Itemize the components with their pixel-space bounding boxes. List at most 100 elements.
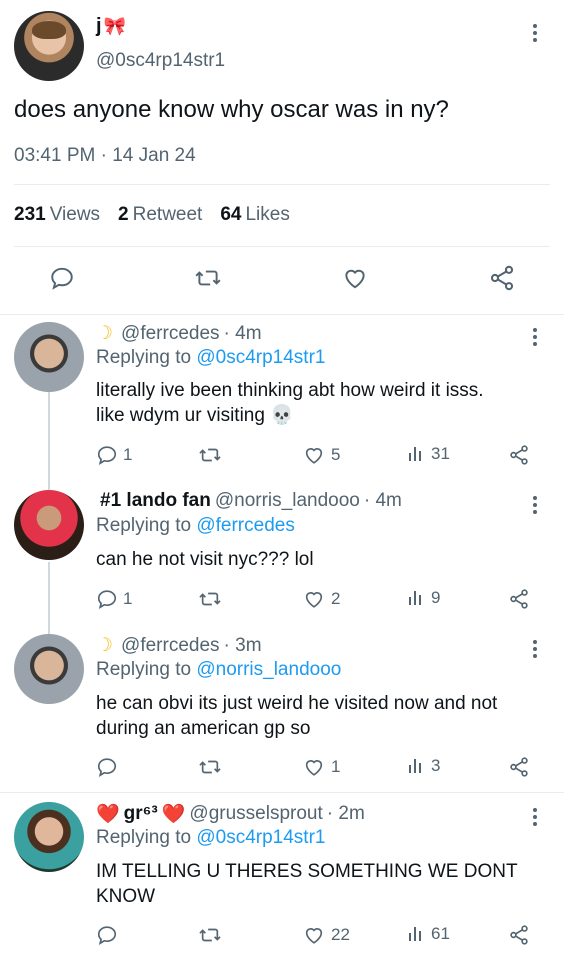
like-button[interactable]: 5 [302,444,340,466]
like-count: 2 [331,589,341,608]
reply-time: · 4m [223,322,262,344]
reply-text-line: he can obvi its just weird he visited no… [96,693,498,714]
likes-count: 64 [220,204,242,225]
retweets-label: Retweet [132,204,203,225]
reply-button[interactable] [96,924,123,946]
display-name[interactable]: gr⁶³ [124,803,158,825]
like-icon[interactable] [339,262,371,294]
reply-actions: 1 5 31 [96,444,546,470]
share-icon [510,445,528,465]
reply-header: #1 lando fan @norris_landooo · 4m [96,490,402,512]
views-button[interactable]: 31 [406,444,450,464]
retweet-icon [199,592,221,606]
stats-row: 231 Views 2 Retweet 64 Likes [14,204,290,226]
views-count: 31 [431,444,450,463]
avatar[interactable] [14,11,84,81]
reply-text-line: IM TELLING U THERES SOMETHING WE DONT [96,861,518,882]
reply-button[interactable]: 1 [96,588,132,610]
retweet-icon [199,928,221,942]
views-icon [409,759,421,773]
reply-header: ☽ @ferrcedes · 4m [96,322,262,345]
more-icon[interactable] [532,328,538,346]
avatar[interactable] [14,634,84,704]
reply-text: literally ive been thinking abt how weir… [96,378,546,428]
replying-to: Replying to @norris_landooo [96,659,341,681]
more-icon[interactable] [532,808,538,826]
retweet-button[interactable] [198,444,227,466]
views-button[interactable]: 9 [406,588,440,608]
reply-header: ❤️ gr⁶³ ❤️ @grusselsprout · 2m [96,802,365,826]
reply-text: he can obvi its just weird he visited no… [96,691,546,741]
moon-emoji: ☽ [96,323,114,344]
like-button[interactable]: 2 [302,588,340,610]
heart-emoji: ❤️ [96,804,120,825]
replying-to-link[interactable]: @ferrcedes [196,515,295,536]
handle[interactable]: @grusselsprout [189,803,322,825]
retweet-button[interactable] [198,924,227,946]
handle[interactable]: @ferrcedes [121,323,220,345]
likes-stat[interactable]: 64 Likes [220,204,290,226]
like-count: 5 [331,445,341,464]
reply-button[interactable] [96,756,123,778]
like-count: 1 [331,757,341,776]
avatar[interactable] [14,802,84,872]
share-button[interactable] [508,444,530,466]
more-icon[interactable] [532,496,538,514]
reply-actions: 1 2 9 [96,588,546,614]
views-count: 231 [14,204,46,225]
reply-text: IM TELLING U THERES SOMETHING WE DONT KN… [96,859,546,909]
like-button[interactable]: 1 [302,756,340,778]
more-icon[interactable] [532,24,538,42]
reply-icon[interactable] [46,262,78,294]
reply-tweet[interactable]: ☽ @ferrcedes · 3m Replying to @norris_la… [0,628,564,792]
replying-to: Replying to @0sc4rp14str1 [96,347,325,369]
views-count: 9 [431,588,441,607]
reply-header: ☽ @ferrcedes · 3m [96,634,262,657]
replying-to-link[interactable]: @0sc4rp14str1 [196,827,325,848]
replying-label: Replying to [96,659,192,680]
avatar[interactable] [14,322,84,392]
reply-button[interactable]: 1 [96,444,132,466]
avatar[interactable] [14,490,84,560]
display-name[interactable]: #1 lando fan [100,490,211,512]
replying-to-link[interactable]: @norris_landooo [196,659,341,680]
views-stat[interactable]: 231 Views [14,204,100,226]
share-button[interactable] [508,924,530,946]
views-button[interactable]: 61 [406,924,450,944]
handle[interactable]: @0sc4rp14str1 [96,50,225,72]
replying-to-link[interactable]: @0sc4rp14str1 [196,347,325,368]
like-icon [305,928,323,944]
reply-actions: 22 61 [96,924,546,950]
replying-label: Replying to [96,515,192,536]
share-icon [510,925,528,945]
reply-icon [97,926,117,945]
divider [14,246,550,247]
likes-label: Likes [245,204,290,225]
retweet-button[interactable] [198,588,227,610]
reply-text-line: literally ive been thinking abt how weir… [96,380,484,401]
reply-tweet[interactable]: ☽ @ferrcedes · 4m Replying to @0sc4rp14s… [0,314,564,482]
handle[interactable]: @ferrcedes [121,635,220,657]
retweet-button[interactable] [198,756,227,778]
share-icon[interactable] [486,262,518,294]
reply-time: · 3m [223,634,262,656]
handle[interactable]: @norris_landooo [215,490,360,512]
moon-emoji: ☽ [96,635,114,656]
share-button[interactable] [508,756,530,778]
reply-time: · 2m [326,803,365,824]
like-count: 22 [331,925,350,944]
share-icon [510,589,528,609]
reply-tweet[interactable]: #1 lando fan @norris_landooo · 4m Replyi… [0,482,564,628]
reply-icon [97,446,117,465]
display-name[interactable]: j 🎀 [96,15,126,38]
retweets-stat[interactable]: 2 Retweet [118,204,202,226]
action-bar [0,262,564,298]
bow-emoji: 🎀 [103,16,126,36]
views-icon [409,591,421,605]
more-icon[interactable] [532,640,538,658]
share-button[interactable] [508,588,530,610]
views-button[interactable]: 3 [406,756,440,776]
reply-tweet[interactable]: ❤️ gr⁶³ ❤️ @grusselsprout · 2m Replying … [0,792,564,960]
retweet-icon[interactable] [192,262,224,294]
like-button[interactable]: 22 [302,924,350,946]
